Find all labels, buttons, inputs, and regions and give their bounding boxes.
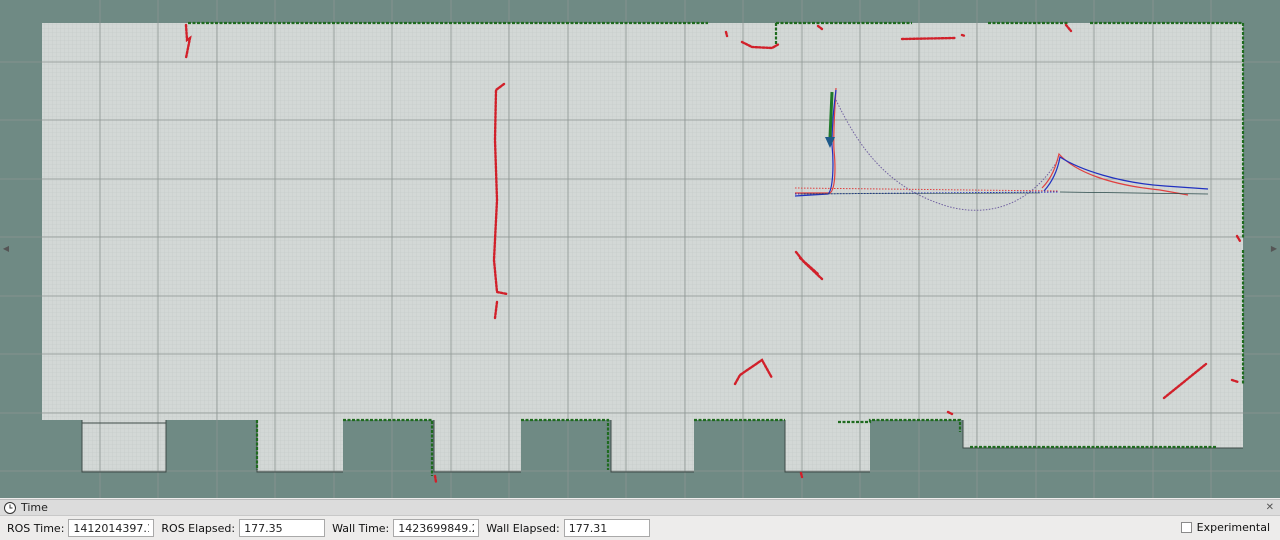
ros-time-field[interactable] <box>68 519 155 537</box>
time-panel: ROS Time: ROS Elapsed: Wall Time: Wall E… <box>0 516 1280 540</box>
time-panel-title: Time <box>21 501 48 514</box>
right-panel-toggle-icon[interactable]: ▶ <box>1270 244 1278 254</box>
rviz-3d-viewport[interactable]: ◀ ▶ <box>0 0 1280 498</box>
occupancy-grid-map[interactable] <box>0 0 1280 498</box>
wall-time-label: Wall Time: <box>332 521 390 535</box>
experimental-label: Experimental <box>1196 521 1270 534</box>
checkbox-icon[interactable] <box>1180 522 1192 533</box>
clock-icon <box>4 501 16 514</box>
wall-elapsed-field[interactable] <box>563 519 650 537</box>
wall-time-field[interactable] <box>393 519 480 537</box>
experimental-checkbox[interactable]: Experimental <box>1180 521 1270 534</box>
ros-elapsed-label: ROS Elapsed: <box>161 521 236 535</box>
wall-elapsed-label: Wall Elapsed: <box>486 521 560 535</box>
ros-time-label: ROS Time: <box>7 521 65 535</box>
left-panel-toggle-icon[interactable]: ◀ <box>2 244 10 254</box>
close-icon[interactable]: ✕ <box>1266 502 1274 513</box>
free-space <box>42 23 1243 472</box>
ros-elapsed-field[interactable] <box>239 519 326 537</box>
time-panel-header: Time ✕ <box>0 499 1280 516</box>
